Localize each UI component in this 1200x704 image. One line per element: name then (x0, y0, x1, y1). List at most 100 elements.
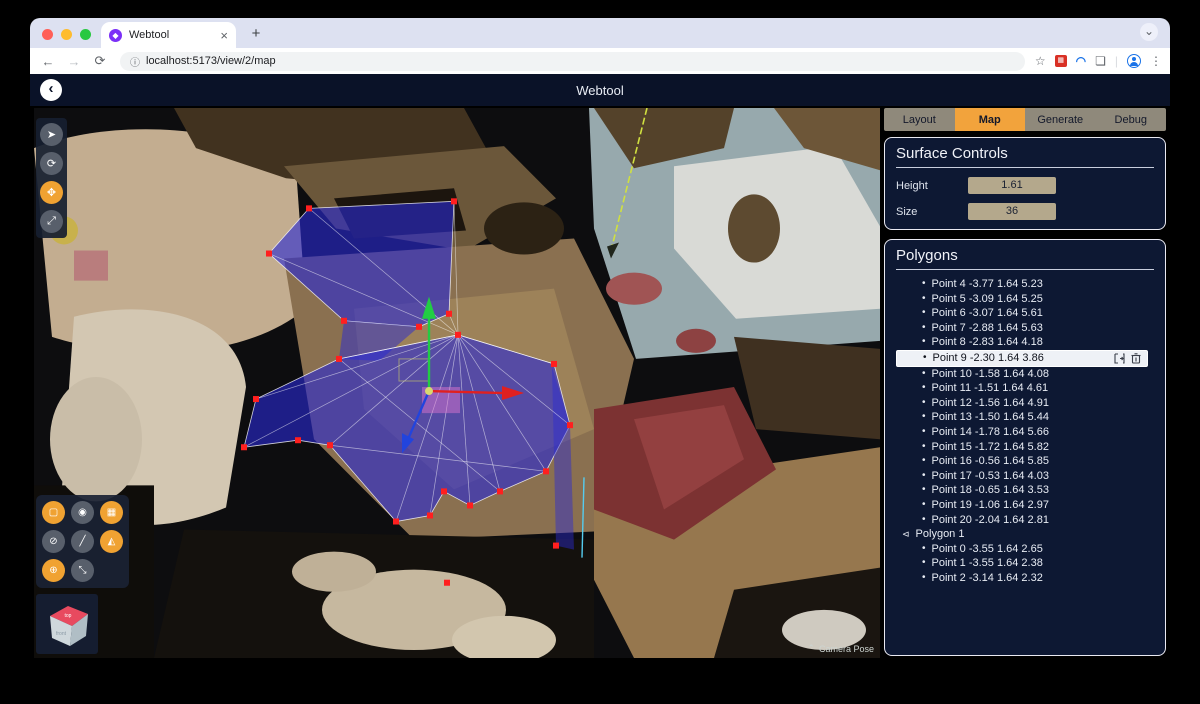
camera-pose-label: Camera Pose (819, 644, 874, 654)
point-row-label: Point 8 -2.83 1.64 4.18 (932, 335, 1043, 350)
bookmark-star-icon[interactable]: ☆ (1035, 54, 1046, 68)
polygons-title: Polygons (896, 247, 1154, 270)
size-row: Size 36 (896, 203, 1154, 220)
tab-search-chevron-icon[interactable]: ⌄ (1140, 23, 1158, 41)
point-row[interactable]: •Point 11 -1.51 1.64 4.61 (896, 381, 1154, 396)
surface-controls-panel: Surface Controls Height 1.61 Size 36 (884, 137, 1166, 230)
tab-map[interactable]: Map (955, 108, 1026, 131)
new-tab-button[interactable]: + (246, 25, 266, 42)
point-row[interactable]: •Point 5 -3.09 1.64 5.25 (896, 292, 1154, 307)
site-info-icon[interactable]: ⓘ (130, 54, 140, 69)
polygon-group-row[interactable]: ⊲Polygon 1 (896, 527, 1154, 542)
point-row-label: Point 18 -0.65 1.64 3.53 (932, 483, 1049, 498)
chevron-up-icon: ⌃ (807, 643, 815, 654)
reload-button[interactable]: ⟳ (90, 53, 110, 69)
svg-text:front: front (56, 631, 67, 637)
view-cube[interactable]: top front (36, 594, 98, 654)
address-bar[interactable]: ⓘ localhost:5173/view/2/map (120, 52, 1025, 71)
bullet-icon: • (922, 483, 926, 498)
minimize-window-button[interactable] (61, 29, 72, 40)
scene-canvas[interactable]: ➤ ⟳ ✥ ⤢ ▢ ◉ ▦ ⊘ ╱ ◭ ⊕ ⤡ (34, 108, 880, 658)
app-main: ➤ ⟳ ✥ ⤢ ▢ ◉ ▦ ⊘ ╱ ◭ ⊕ ⤡ (30, 106, 1170, 660)
toolbar-divider: | (1115, 54, 1118, 68)
point-row[interactable]: •Point 6 -3.07 1.64 5.61 (896, 306, 1154, 321)
size-input[interactable]: 36 (968, 203, 1056, 220)
height-input[interactable]: 1.61 (968, 177, 1056, 194)
point-row[interactable]: •Point 1 -3.55 1.64 2.38 (896, 556, 1154, 571)
zoom-window-button[interactable] (80, 29, 91, 40)
bullet-icon: • (922, 292, 926, 307)
point-row-label: Point 2 -3.14 1.64 2.32 (932, 571, 1043, 586)
pointcloud-toggle-button[interactable]: ◉ (71, 501, 94, 524)
page-title: Webtool (30, 83, 1170, 98)
bullet-icon: • (922, 367, 926, 382)
point-row[interactable]: •Point 15 -1.72 1.64 5.82 (896, 440, 1154, 455)
tab-favicon-icon: ◆ (109, 29, 122, 42)
view-cube-render: top front (40, 598, 94, 650)
point-row[interactable]: •Point 13 -1.50 1.64 5.44 (896, 410, 1154, 425)
tab-layout[interactable]: Layout (884, 108, 955, 131)
bullet-icon: • (922, 335, 926, 350)
svg-text:top: top (65, 613, 72, 619)
grid-toggle-button[interactable]: ▦ (100, 501, 123, 524)
point-row-label: Point 9 -2.30 1.64 3.86 (933, 351, 1044, 366)
polygon-list[interactable]: •Point 4 -3.77 1.64 5.23•Point 5 -3.09 1… (896, 277, 1154, 646)
point-row[interactable]: •Point 9 -2.30 1.64 3.86 (896, 350, 1148, 367)
bullet-icon: • (922, 454, 926, 469)
mesh-toggle-button[interactable]: ◭ (100, 530, 123, 553)
move-tool-button[interactable]: ✥ (40, 181, 63, 204)
back-button[interactable]: ← (38, 54, 58, 69)
tab-generate[interactable]: Generate (1025, 108, 1096, 131)
surface-controls-title: Surface Controls (896, 145, 1154, 168)
target-tool-button[interactable]: ⊕ (42, 559, 65, 582)
point-row[interactable]: •Point 20 -2.04 1.64 2.81 (896, 513, 1154, 528)
close-window-button[interactable] (42, 29, 53, 40)
point-row[interactable]: • Point 8 -2.83 1.64 4.18 (896, 335, 1154, 350)
bullet-icon: • (922, 321, 926, 336)
browser-tab[interactable]: ◆ Webtool × (101, 22, 236, 48)
point-row-label: Point 4 -3.77 1.64 5.23 (932, 277, 1043, 292)
browser-toolbar: ← → ⟳ ⓘ localhost:5173/view/2/map ☆ ▦ ◠ … (30, 48, 1170, 74)
extension-arc-icon[interactable]: ◠ (1076, 54, 1086, 68)
bullet-icon: • (922, 542, 926, 557)
select-tool-button[interactable]: ➤ (40, 123, 63, 146)
point-row[interactable]: •Point 0 -3.55 1.64 2.65 (896, 542, 1154, 557)
point-row[interactable]: • Point 2 -3.14 1.64 2.32 (896, 571, 1154, 586)
bullet-icon: • (922, 498, 926, 513)
polygons-panel: Polygons •Point 4 -3.77 1.64 5.23•Point … (884, 239, 1166, 656)
rotate-tool-button[interactable]: ⟳ (40, 152, 63, 175)
size-label: Size (896, 206, 968, 218)
point-row[interactable]: •Point 7 -2.88 1.64 5.63 (896, 321, 1154, 336)
point-row-label: Point 12 -1.56 1.64 4.91 (932, 396, 1049, 411)
browser-menu-icon[interactable]: ⋮ (1150, 54, 1162, 68)
point-row[interactable]: •Point 19 -1.06 1.64 2.97 (896, 498, 1154, 513)
bullet-icon: • (922, 571, 926, 586)
view-toolbar: ▢ ◉ ▦ ⊘ ╱ ◭ ⊕ ⤡ (36, 495, 129, 588)
webtool-app: ‹ Webtool (30, 74, 1170, 660)
point-row-label: Point 13 -1.50 1.64 5.44 (932, 410, 1049, 425)
point-row[interactable]: • Point 18 -0.65 1.64 3.53 (896, 483, 1154, 498)
point-row[interactable]: •Point 14 -1.78 1.64 5.66 (896, 425, 1154, 440)
expand-view-button[interactable]: ⤡ (71, 559, 94, 582)
camera-pose-toggle[interactable]: ⌃ Camera Pose (807, 643, 874, 654)
delete-point-icon[interactable] (1131, 353, 1141, 364)
ruler-toggle-button[interactable]: ⊘ (42, 530, 65, 553)
extension-red-icon[interactable]: ▦ (1055, 55, 1067, 67)
tab-debug[interactable]: Debug (1096, 108, 1167, 131)
height-label: Height (896, 180, 968, 192)
point-row[interactable]: • Point 12 -1.56 1.64 4.91 (896, 396, 1154, 411)
tab-close-icon[interactable]: × (220, 28, 228, 43)
url-text: localhost:5173/view/2/map (146, 55, 276, 67)
scale-tool-button[interactable]: ⤢ (40, 210, 63, 233)
bullet-icon: • (922, 396, 926, 411)
point-row[interactable]: •Point 10 -1.58 1.64 4.08 (896, 367, 1154, 382)
forward-button[interactable]: → (64, 54, 84, 69)
line-tool-button[interactable]: ╱ (71, 530, 94, 553)
plane-toggle-button[interactable]: ▢ (42, 501, 65, 524)
point-row[interactable]: •Point 17 -0.53 1.64 4.03 (896, 469, 1154, 484)
point-row[interactable]: •Point 16 -0.56 1.64 5.85 (896, 454, 1154, 469)
point-row[interactable]: •Point 4 -3.77 1.64 5.23 (896, 277, 1154, 292)
duplicate-point-icon[interactable] (1114, 353, 1125, 364)
extensions-puzzle-icon[interactable]: ❏ (1095, 54, 1106, 68)
profile-avatar-icon[interactable] (1127, 54, 1141, 68)
